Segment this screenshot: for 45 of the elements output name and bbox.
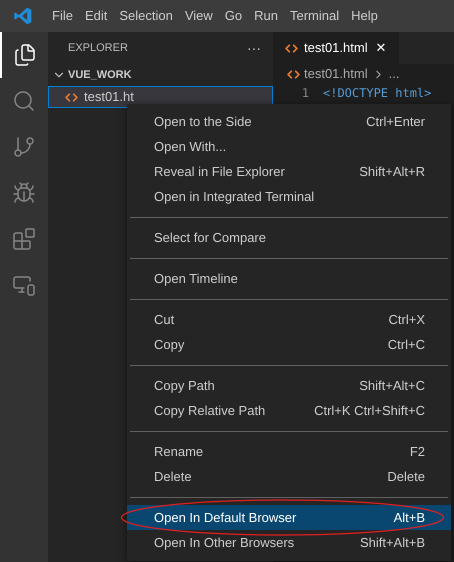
more-actions-button[interactable]: ··· [247, 38, 261, 58]
menu-item[interactable]: Open In Default Browser Alt+B [127, 505, 451, 530]
menu-item[interactable]: Select for Compare [127, 225, 451, 250]
menu-item[interactable]: Edit [78, 6, 114, 26]
menu-item[interactable]: Terminal [284, 6, 346, 26]
menu-item[interactable]: Open Timeline [127, 266, 451, 291]
menu-item[interactable]: Open With... [127, 134, 451, 159]
line-number: 1 [300, 84, 310, 102]
menu-item[interactable]: Copy Relative Path Ctrl+K Ctrl+Shift+C [127, 398, 451, 423]
menu-item[interactable]: Help [345, 6, 384, 26]
code-line: <!DOCTYPE html> [323, 84, 432, 102]
menu-item[interactable]: Copy Ctrl+C [127, 332, 451, 357]
shortcut-label: Alt+B [394, 508, 425, 527]
menu-item[interactable]: Open to the Side Ctrl+Enter [127, 109, 451, 134]
code-icon [287, 68, 300, 80]
shortcut-label: Shift+Alt+R [359, 162, 425, 181]
menu-item[interactable]: Open in Integrated Terminal [127, 184, 451, 209]
breadcrumb-item[interactable]: ... [388, 64, 400, 84]
shortcut-label: Ctrl+Enter [366, 112, 425, 131]
shortcut-label: Delete [387, 468, 425, 486]
menu-item[interactable]: Cut Ctrl+X [127, 307, 451, 332]
shortcut-label: Ctrl+C [388, 336, 425, 354]
menu-item[interactable]: Rename F2 [127, 439, 451, 464]
menu-item[interactable]: Run [248, 6, 284, 26]
menu-item[interactable]: Reveal in File Explorer Shift+Alt+R [127, 159, 451, 184]
shortcut-label: Ctrl+K Ctrl+Shift+C [314, 402, 425, 420]
menu-item[interactable]: File [46, 6, 79, 26]
close-button[interactable]: ✕ [376, 38, 387, 58]
editor-tab[interactable]: test01.html ✕ [273, 32, 399, 64]
menu-item[interactable]: Delete Delete [127, 464, 451, 489]
menu-item[interactable]: Copy Path Shift+Alt+C [127, 373, 451, 398]
folder-item[interactable]: VUE_WORK [48, 64, 273, 86]
logo-icon [13, 6, 33, 26]
shortcut-label: Shift+Alt+C [359, 376, 425, 395]
shortcut-label: Shift+Alt+B [360, 534, 425, 552]
menu-item[interactable]: Open In Other Browsers Shift+Alt+B [127, 530, 451, 555]
shortcut-label: F2 [410, 442, 425, 461]
breadcrumb-item[interactable]: test01.html [304, 64, 368, 84]
menu-item[interactable]: Go [218, 6, 248, 26]
code-icon [285, 42, 298, 54]
menu-item[interactable]: View [178, 6, 219, 26]
menu-item[interactable]: Selection [113, 6, 179, 26]
code-icon [65, 90, 78, 104]
shortcut-label: Ctrl+X [388, 310, 425, 329]
sidebar-title: EXPLORER [68, 40, 128, 56]
